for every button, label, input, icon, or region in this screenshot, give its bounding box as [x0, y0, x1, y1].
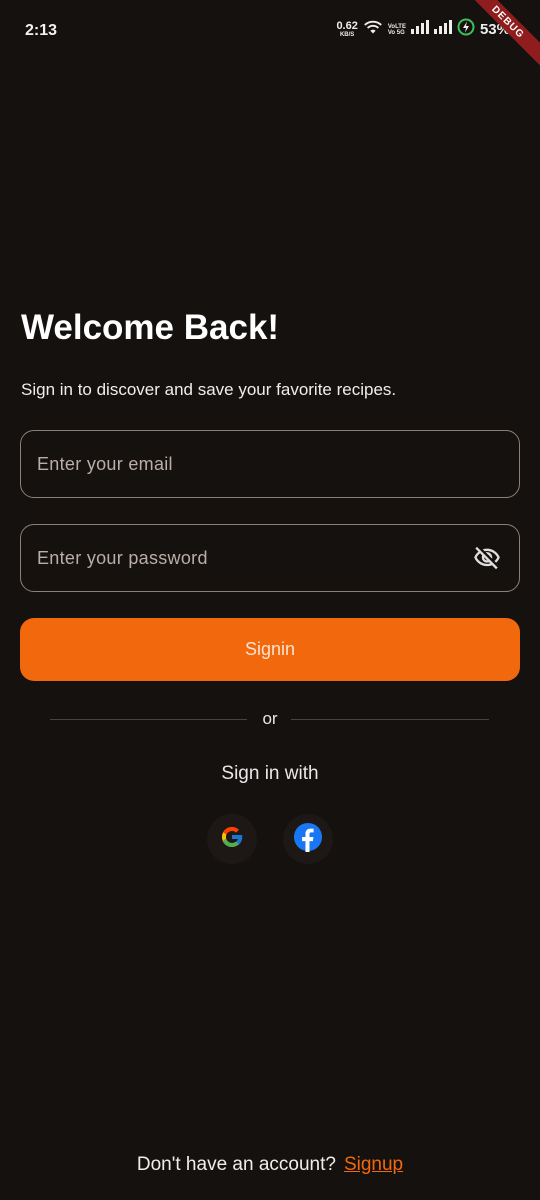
email-field[interactable] — [20, 430, 520, 498]
network-speed-unit: KB/S — [339, 32, 355, 38]
facebook-icon — [293, 822, 323, 857]
divider-text: or — [262, 709, 278, 728]
volte-indicator: VoLTE Vo 5G — [388, 24, 406, 36]
password-input[interactable] — [37, 547, 471, 569]
divider-left — [50, 719, 247, 720]
page-title: Welcome Back! — [21, 308, 280, 347]
signup-prompt: Don't have an account? Signup — [0, 1154, 540, 1176]
password-field[interactable] — [20, 524, 520, 592]
email-input[interactable] — [37, 453, 503, 475]
facebook-signin-button[interactable] — [283, 814, 333, 864]
wifi-icon — [363, 19, 383, 40]
status-icons: 0.62 KB/S VoLTE Vo 5G 53% — [336, 18, 510, 41]
volte-bottom-label: Vo 5G — [387, 29, 405, 36]
signin-with-label: Sign in with — [221, 763, 319, 784]
signin-button[interactable]: Signin — [20, 618, 520, 681]
status-time: 2:13 — [25, 22, 58, 39]
battery-charging-icon — [457, 18, 475, 41]
status-bar: 2:13 0.62 KB/S VoLTE Vo 5G 53% DEBUG — [0, 0, 540, 71]
signup-link[interactable]: Signup — [344, 1154, 403, 1175]
login-screen: 2:13 0.62 KB/S VoLTE Vo 5G 53% DEBUG Wel… — [0, 0, 540, 1200]
signup-prompt-text: Don't have an account? — [136, 1154, 336, 1175]
google-signin-button[interactable] — [207, 814, 257, 864]
signal-icon-sim2 — [433, 20, 452, 39]
network-speed: 0.62 KB/S — [336, 20, 358, 39]
eye-off-icon[interactable] — [471, 542, 503, 574]
divider-right — [291, 719, 489, 720]
page-subtitle: Sign in to discover and save your favori… — [21, 380, 397, 399]
signal-icon-sim1 — [410, 20, 429, 39]
google-icon — [219, 824, 245, 855]
network-speed-value: 0.62 — [336, 20, 358, 32]
